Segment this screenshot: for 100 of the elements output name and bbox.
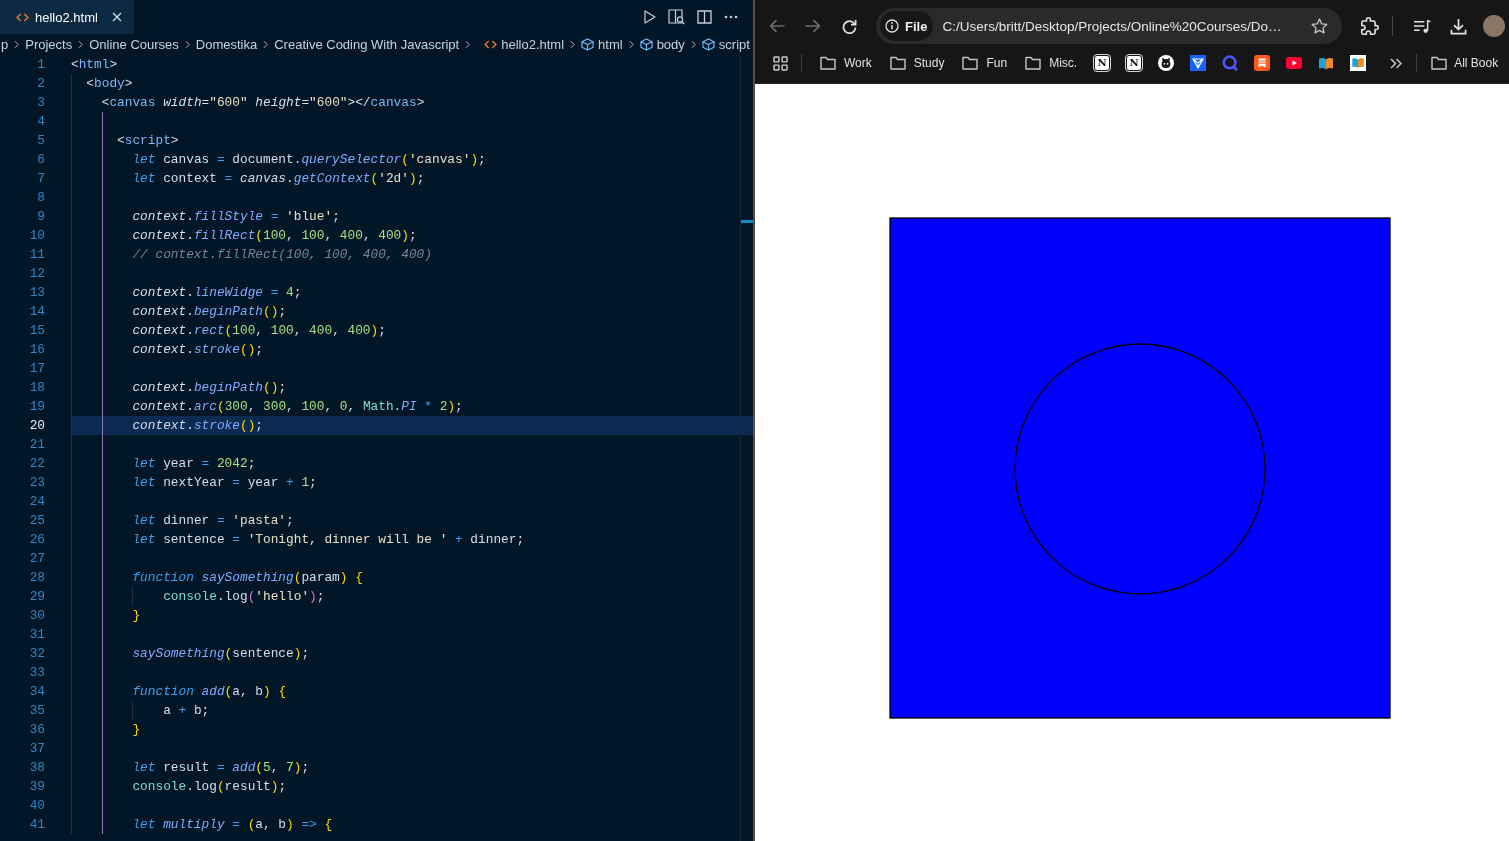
code-line: let multiply = (a, b) => { xyxy=(132,816,333,834)
bookmark-folder[interactable]: Work xyxy=(811,49,881,77)
breadcrumb-item[interactable]: hello2.html xyxy=(484,37,565,52)
bookmark-folder[interactable]: Misc. xyxy=(1016,49,1087,77)
bookmark-star-icon[interactable] xyxy=(1311,18,1328,34)
chevron-right-icon xyxy=(465,40,471,49)
code-line: <body> xyxy=(86,75,133,93)
line-number: 26 xyxy=(29,532,45,547)
line-number: 37 xyxy=(29,741,45,756)
line-number: 27 xyxy=(29,551,45,566)
code-line: <html> xyxy=(71,56,118,74)
line-number: 13 xyxy=(29,285,45,300)
avatar[interactable] xyxy=(1483,15,1505,37)
code-line: context.beginPath(); xyxy=(132,379,287,397)
address-bar[interactable]: File C:/Users/britt/Desktop/Projects/Online%20Courses/Do… xyxy=(876,8,1342,44)
code-line: // context.fillRect(100, 100, 400, 400) xyxy=(132,246,432,264)
info-icon xyxy=(885,19,899,33)
open-book-icon[interactable] xyxy=(1318,56,1335,70)
line-number: 19 xyxy=(29,399,45,414)
letter-tile-icon[interactable]: N xyxy=(1126,55,1143,71)
line-number: 28 xyxy=(29,570,45,585)
line-number: 30 xyxy=(29,608,45,623)
cat-circle-icon[interactable] xyxy=(1158,55,1175,71)
editor-tab[interactable]: hello2.html xyxy=(0,0,134,34)
code-line: function saySomething(param) { xyxy=(132,569,363,587)
code-line: context.fillRect(100, 100, 400, 400); xyxy=(132,227,417,245)
ring-icon[interactable] xyxy=(1222,55,1239,71)
split-preview-icon[interactable] xyxy=(668,9,685,25)
code-line: context.arc(300, 300, 100, 0, Math.PI * 2); xyxy=(132,398,463,416)
code-line: console.log(result); xyxy=(132,778,287,796)
chevron-right-icon xyxy=(78,40,84,49)
code-line: <script> xyxy=(117,132,179,150)
cube-icon xyxy=(639,38,653,51)
site-info-chip[interactable]: File xyxy=(880,11,934,41)
code-file-icon xyxy=(16,12,29,22)
bookmark-folder[interactable]: Study xyxy=(880,49,954,77)
breadcrumb-item[interactable]: Domestika xyxy=(195,37,258,52)
chevron-right-icon xyxy=(628,40,634,49)
download-icon[interactable] xyxy=(1450,17,1467,35)
breadcrumb-item[interactable]: Creative Coding With Javascript xyxy=(274,37,460,52)
line-number: 18 xyxy=(29,380,45,395)
code-line: let nextYear = year + 1; xyxy=(132,474,317,492)
gem-tile-icon[interactable] xyxy=(1190,55,1207,71)
line-number: 14 xyxy=(29,304,45,319)
folder-icon xyxy=(820,56,836,70)
book-tile-icon[interactable] xyxy=(1350,55,1367,71)
code-line: context.beginPath(); xyxy=(132,303,287,321)
bookmark-folder[interactable]: Fun xyxy=(953,49,1017,77)
line-number: 22 xyxy=(29,456,45,471)
more-icon[interactable] xyxy=(724,15,738,19)
split-editor-icon[interactable] xyxy=(697,10,712,24)
line-number: 3 xyxy=(37,95,45,110)
line-number: 21 xyxy=(29,437,45,452)
line-number: 6 xyxy=(37,152,45,167)
line-number: 36 xyxy=(29,722,45,737)
apps-grid-icon[interactable] xyxy=(773,55,788,71)
code-line: let sentence = 'Tonight, dinner will be ' + dinner; xyxy=(132,531,525,549)
line-number: 25 xyxy=(29,513,45,528)
code-line: context.stroke(); xyxy=(132,417,263,435)
bookmark-tile-icon[interactable] xyxy=(1254,55,1271,71)
line-number: 41 xyxy=(29,817,45,832)
line-number: 29 xyxy=(29,589,45,604)
media-controls-icon[interactable] xyxy=(1413,18,1431,34)
code-line: context.stroke(); xyxy=(132,341,263,359)
chevron-right-icon xyxy=(184,40,190,49)
ruler-marker-icon xyxy=(741,220,753,223)
line-number: 24 xyxy=(29,494,45,509)
breadcrumb-item[interactable]: script xyxy=(701,37,750,52)
breadcrumb-item[interactable]: p xyxy=(1,37,9,52)
play-icon[interactable] xyxy=(644,10,656,24)
breadcrumb-item[interactable]: body xyxy=(639,37,685,52)
code-line: let year = 2042; xyxy=(132,455,256,473)
puzzle-icon[interactable] xyxy=(1361,17,1379,35)
line-number: 20 xyxy=(29,418,45,433)
chevron-right-icon xyxy=(690,40,696,49)
close-icon[interactable] xyxy=(111,12,122,22)
folder-icon xyxy=(889,56,906,70)
double-chevron-icon[interactable] xyxy=(1390,57,1403,69)
breadcrumb-item[interactable]: Projects xyxy=(25,37,73,52)
breadcrumb-item[interactable]: html xyxy=(581,37,623,52)
line-number: 33 xyxy=(29,665,45,680)
folder-icon xyxy=(962,56,979,70)
line-number: 35 xyxy=(29,703,45,718)
code-line: console.log('hello'); xyxy=(163,588,325,606)
bookmark-folder[interactable]: All Book xyxy=(1431,49,1499,77)
reload-icon[interactable] xyxy=(841,18,857,34)
code-line: let dinner = 'pasta'; xyxy=(132,512,294,530)
breadcrumb-item[interactable]: Online Courses xyxy=(89,37,179,52)
letter-tile-icon[interactable]: N xyxy=(1094,55,1111,71)
code-line: saySomething(sentence); xyxy=(132,645,310,663)
code-line: <canvas width="600" height="600"></canvas> xyxy=(101,94,425,112)
line-number: 40 xyxy=(29,798,45,813)
line-number: 10 xyxy=(29,228,45,243)
cube-icon xyxy=(581,38,595,51)
line-number: 31 xyxy=(29,627,45,642)
line-number: 23 xyxy=(29,475,45,490)
play-tile-icon[interactable] xyxy=(1286,57,1303,69)
folder-icon xyxy=(1431,56,1448,70)
line-number: 15 xyxy=(29,323,45,338)
line-number: 2 xyxy=(37,76,45,91)
